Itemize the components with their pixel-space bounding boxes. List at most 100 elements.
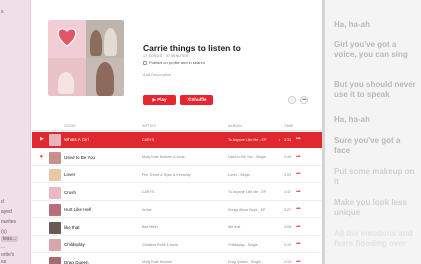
track-title: Lover [64,172,76,177]
track-title: Used to Be You [64,154,96,160]
track-duration: 2:49 [284,155,291,159]
artwork-tile [48,20,86,58]
track-album[interactable]: like that [228,225,240,229]
track-artist[interactable]: Pier Trevel & Ryan & Kennedy [142,173,191,177]
track-album[interactable]: Childsplay - Single [228,243,258,247]
column-header-artist[interactable]: ARTIST [142,123,156,128]
lyric-line[interactable]: Ha, ha-ah [334,115,418,125]
track-album[interactable]: Songs About Boys - EP [228,208,265,212]
table-row[interactable]: Childsplay Christina Reidl & Arcia Childsp… [32,237,322,253]
track-album[interactable]: Lover - Single [228,173,250,177]
more-options-icon[interactable]: ••• [296,241,301,247]
more-options-icon[interactable]: ••• [296,206,301,212]
artwork-tile [86,20,124,58]
artwork-tile [48,58,86,96]
track-title: Drag Queen [64,259,89,264]
playlist-meta: 17 SONGS · 37 MINUTES [143,54,189,58]
sidebar-item[interactable]: s [1,9,4,15]
lyric-line[interactable]: All the emotions and fears flooding over [334,229,418,249]
track-album[interactable]: To Anyone Like Me - EP [228,190,266,194]
more-options-icon[interactable]: ••• [296,154,301,160]
lyric-line[interactable]: Ha, ha-ah [334,20,418,30]
track-artist[interactable]: Molly Kate Kestner & Arcia [142,155,185,159]
track-duration: 3:27 [284,207,291,212]
lyric-line[interactable]: But you should never use it to speak [334,80,418,100]
track-artwork [49,134,61,146]
lyric-line[interactable]: Sure you've got a face [334,136,418,156]
play-button[interactable]: ▶ Play [143,95,176,105]
track-title: Whats A Girl [64,137,89,142]
table-row[interactable]: Hurt Like Hell Arrica Songs About Boys - E… [32,202,322,218]
track-album[interactable]: Drag Queen - Single [228,260,261,264]
row-lead-icon[interactable]: ♥ [40,154,43,160]
track-title: Childsplay [64,242,85,247]
sidebar-item[interactable]: es [1,259,6,264]
table-row[interactable]: Drag Queen Molly Kate Kestner Drag Queen -… [32,255,322,264]
table-row[interactable]: Crush CARYS To Anyone Like Me - EP 2:47 ••• [32,185,322,201]
more-options-icon[interactable]: ••• [296,259,301,264]
more-options-icon[interactable]: ••• [296,189,301,195]
sidebar-item-recently-played[interactable]: ayed [1,209,12,215]
row-lead-icon[interactable]: ▶ [40,136,44,142]
playlist-artwork[interactable] [48,20,124,96]
track-duration: 2:47 [284,190,291,194]
download-icon[interactable]: ↓ [278,137,280,142]
track-artwork [49,256,61,264]
sidebar-item[interactable]: orite's [1,252,14,258]
publish-checkbox[interactable]: Publish on profile and in search [143,60,205,65]
column-header-album[interactable]: ALBUM [228,123,242,128]
track-album[interactable]: To Anyone Like Me - EP [228,138,266,142]
heart-icon [57,28,77,47]
track-artist[interactable]: Bea Miller [142,225,158,229]
sidebar-item-selected-playlist[interactable]: less... [1,236,19,242]
table-row[interactable]: ♥ Used to Be You Molly Kate Kestner & Arci… [32,150,322,166]
sidebar-item[interactable]: (s) [1,229,7,235]
track-artwork [49,204,61,216]
shuffle-button[interactable]: ⤨ Shuffle [180,95,213,105]
track-title: like that [64,224,80,230]
download-icon[interactable]: ↓ [288,96,296,104]
track-album[interactable]: Used to Be You - Single [228,155,266,159]
track-artist[interactable]: Molly Kate Kestner [142,260,172,264]
sidebar-item[interactable]: ... [1,244,5,250]
track-duration: 3:03 [284,172,291,177]
lyric-line[interactable]: Girl you've got a voice, you can sing [334,40,418,60]
table-row[interactable]: Lover Pier Trevel & Ryan & Kennedy Lover -… [32,167,322,183]
track-artwork [49,239,61,251]
more-options-icon[interactable]: ••• [296,171,301,177]
sidebar-item[interactable]: d [1,199,4,205]
track-artist[interactable]: CARYS [142,138,154,142]
more-options-icon[interactable]: ••• [296,224,301,230]
track-artist[interactable]: CARYS [142,190,154,194]
track-duration: 3:08 [284,225,291,229]
add-description-link[interactable]: Add Description [143,72,171,77]
track-title: Crush [64,189,77,195]
table-row[interactable]: ▶ Whats A Girl CARYS To Anyone Like Me - EP… [32,132,322,148]
track-duration: 3:19 [284,242,291,247]
sidebar: s d ayed ourites (s) less... ... orite's… [0,0,31,264]
track-artist[interactable]: Christina Reidl & Arcia [142,243,178,247]
track-duration: 3:15 [284,260,291,264]
track-duration: 3:33 [284,137,291,142]
more-options-icon[interactable]: ••• [296,136,301,142]
track-artwork [49,221,61,234]
table-header: SONG ARTIST ALBUM TIME [32,121,322,131]
page-title: Carrie things to listen to [143,43,241,53]
lyrics-panel: Ha, ha-ah Girl you've got a voice, you c… [325,0,421,264]
checkbox-box[interactable] [143,60,147,65]
track-title: Hurt Like Hell [64,207,92,212]
lyric-line[interactable]: Put some makeup on it [334,167,418,187]
lyric-line[interactable]: Make you look less unique [334,198,418,218]
column-header-song[interactable]: SONG [64,123,76,128]
table-row[interactable]: like that Bea Miller like that 3:08 ••• [32,220,322,236]
track-artist[interactable]: Arrica [142,208,151,212]
more-options-icon[interactable]: ••• [300,96,308,104]
playlist-main: Carrie things to listen to 17 SONGS · 37… [32,0,322,264]
track-artwork [49,151,61,164]
artwork-tile [86,58,124,96]
track-artwork [49,186,61,199]
publish-label: Publish on profile and in search [149,60,205,65]
sidebar-item-favourites[interactable]: ourites [1,219,16,225]
track-artwork [49,169,61,181]
column-header-time[interactable]: TIME [284,123,294,128]
